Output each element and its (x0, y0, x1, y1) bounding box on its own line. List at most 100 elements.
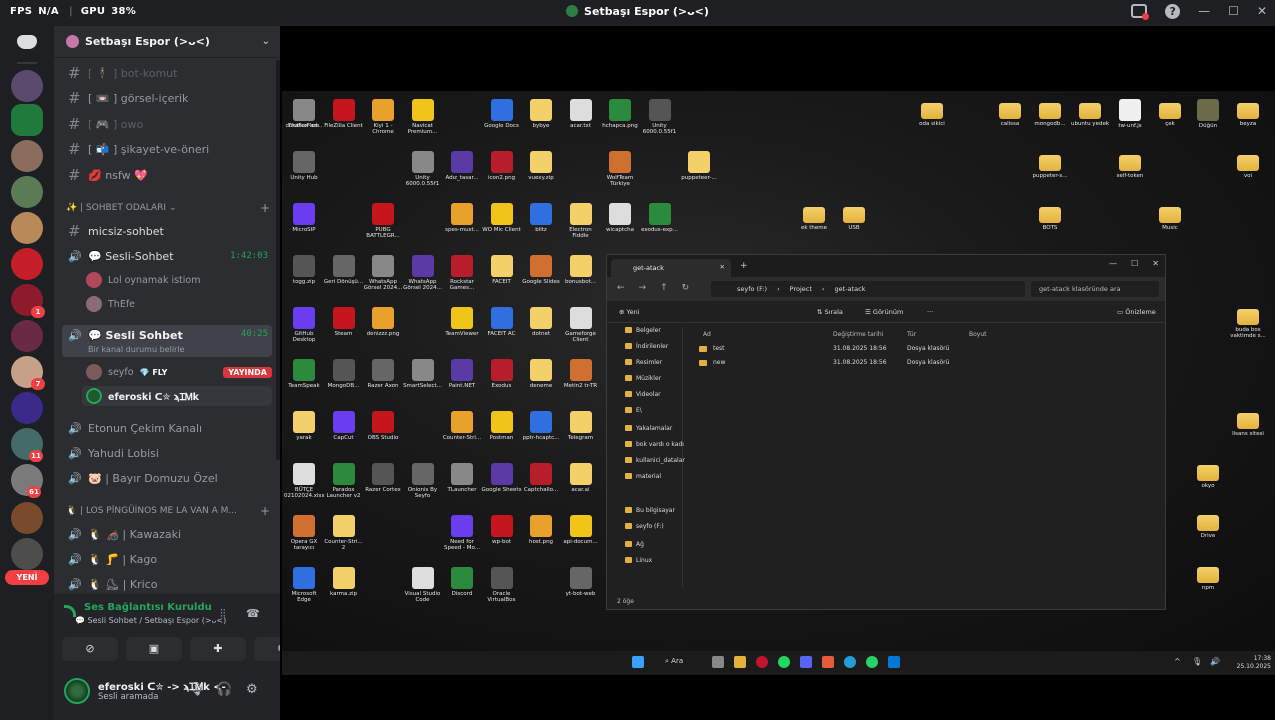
channel-sikayet[interactable]: # [ 📬 ] şikayet-ve-öneri (62, 138, 272, 160)
desktop-icon[interactable]: Adız_tasar... (442, 151, 482, 181)
file-row[interactable]: new 31.08.2025 18:56 Dosya klasörü (699, 357, 1155, 369)
voice-channel-kago[interactable]: 🔊 🐧 🦵 | Kago (62, 548, 272, 570)
path-segment[interactable]: Project (790, 285, 812, 293)
desktop-icon[interactable]: vuexy.zip (521, 151, 561, 181)
voice-connected-subtitle[interactable]: 💬 Sesli Sohbet / Setbaşı Espor (>ᴗ<) (75, 616, 226, 625)
desktop-icon[interactable]: TeamViewer (442, 307, 482, 337)
desktop-icon[interactable]: pptr-hcaptc... (521, 411, 561, 441)
desktop-icon[interactable]: WhatsApp Görsel 2024... (403, 255, 443, 292)
voice-channel-etonun[interactable]: 🔊 Etonun Çekim Kanalı (62, 417, 272, 439)
guild-header[interactable]: Setbaşı Espor (>ᴗ<) ⌄ (54, 26, 280, 58)
desktop-icon[interactable]: yt-bot-web (561, 567, 601, 597)
desktop-folder-icon[interactable]: beyza (1228, 99, 1268, 127)
server-icon[interactable] (11, 502, 43, 534)
desktop-icon[interactable]: Opera GX tarayıcı (284, 515, 324, 552)
desktop-icon[interactable]: FACEIT AC (482, 307, 522, 337)
back-icon[interactable]: ← (617, 283, 625, 293)
desktop-icon[interactable]: yarak (284, 411, 324, 441)
desktop-folder-icon[interactable]: Music (1150, 203, 1190, 231)
desktop-icon[interactable]: Exodus (482, 359, 522, 389)
nav-pane-item[interactable]: Belgeler (625, 327, 661, 334)
server-icon[interactable] (11, 70, 43, 102)
desktop-icon[interactable]: dotnet (521, 307, 561, 337)
microphone-icon[interactable]: 🎙 (188, 682, 205, 697)
refresh-icon[interactable]: ↻ (682, 283, 690, 293)
help-icon[interactable]: ? (1165, 4, 1181, 19)
screen-share-button[interactable]: ▣ (126, 637, 182, 661)
column-type[interactable]: Tür (907, 331, 916, 338)
nav-pane-item[interactable]: Müzikler (625, 375, 661, 382)
desktop-icon[interactable]: MongoDB... (324, 359, 364, 389)
voice-channel-krico[interactable]: 🔊 🐧 ⛸ | Krico (62, 573, 272, 595)
nav-pane-item[interactable]: E\ (625, 407, 642, 414)
vscode-icon[interactable] (888, 656, 900, 668)
nav-pane-item[interactable]: Bu bilgisayar (625, 507, 675, 514)
path-segment[interactable]: seyfo (F:) (737, 285, 767, 293)
desktop-icon[interactable]: bonusbot... (561, 255, 601, 285)
nav-pane-item[interactable]: kullanici_datalar (625, 457, 685, 464)
new-tab-icon[interactable]: + (740, 261, 748, 271)
desktop-icon[interactable]: host.png (521, 515, 561, 545)
desktop-folder-icon[interactable]: self-token (1110, 151, 1150, 179)
nav-pane-item[interactable]: Linux (625, 557, 652, 564)
server-icon[interactable]: 61 (11, 464, 43, 498)
telegram-icon[interactable] (844, 656, 856, 668)
desktop-icon[interactable]: Gameforge Client (561, 307, 601, 344)
desktop-icon[interactable]: wp-bot (482, 515, 522, 545)
settings-gear-icon[interactable]: ⚙ (246, 682, 258, 697)
sort-button[interactable]: ⇅ Sırala (817, 308, 843, 316)
channel-micsiz-sohbet[interactable]: # micsiz-sohbet (62, 220, 272, 242)
desktop-icon[interactable]: Need for Speed - Mo... (442, 515, 482, 552)
desktop-icon[interactable]: Telegram (561, 411, 601, 441)
desktop-folder-icon[interactable]: okyo (1188, 461, 1228, 489)
path-segment[interactable]: get-atack (835, 285, 866, 293)
avatar[interactable] (64, 678, 90, 704)
channel-gorsel-icerik[interactable]: # [ 📼 ] görsel-içerik (62, 87, 272, 109)
close-tab-icon[interactable]: ✕ (720, 263, 725, 271)
desktop-icon[interactable]: Counter-Stri... 2 (324, 515, 364, 552)
desktop-icon[interactable]: Counter-Stri... (442, 411, 482, 441)
desktop-icon[interactable]: icon2.png (482, 151, 522, 181)
up-icon[interactable]: ↑ (660, 283, 668, 293)
desktop-folder-icon[interactable]: ubuntu yedek (1070, 99, 1110, 127)
desktop-icon[interactable]: Unity 6000.0.55f1 (403, 151, 443, 188)
desktop-icon[interactable]: Postman (482, 411, 522, 441)
noise-suppression-icon[interactable]: ⫶⫶ (220, 607, 226, 621)
desktop-icon[interactable]: Steam (324, 307, 364, 337)
camera-off-button[interactable]: ⊘ (62, 637, 118, 661)
desktop-icon[interactable]: duraflux-ad... (284, 99, 324, 129)
tray-mic-icon[interactable]: 🎙 (1192, 657, 1202, 666)
desktop-icon[interactable]: WO Mic Client (482, 203, 522, 233)
desktop-icon[interactable]: Paint.NET (442, 359, 482, 389)
desktop-folder-icon[interactable]: Drive (1188, 511, 1228, 539)
desktop-folder-icon[interactable]: oda sikici (912, 99, 952, 127)
voice-user[interactable]: Lol oynamak istiom (86, 270, 272, 290)
desktop-icon[interactable]: GitHub Desktop (284, 307, 324, 344)
desktop-icon[interactable]: WolfTeam Türkiye (600, 151, 640, 188)
server-icon-active[interactable] (11, 104, 43, 136)
server-icon[interactable] (11, 140, 43, 172)
desktop-icon[interactable]: OBS Studio (363, 411, 403, 441)
headphones-icon[interactable]: 🎧 (216, 682, 232, 697)
channel-owo[interactable]: # [ 🎮 ] owo (62, 113, 272, 135)
server-icon[interactable] (11, 248, 43, 280)
desktop-icon[interactable]: Onionis By Seyfo (403, 463, 443, 500)
desktop-icon[interactable]: Oracle VirtualBox (482, 567, 522, 604)
mic-icon[interactable] (822, 656, 834, 668)
opera-icon[interactable] (756, 656, 768, 668)
activities-button[interactable]: ✚ (190, 637, 246, 661)
server-icon[interactable] (11, 538, 43, 570)
desktop-folder-icon[interactable]: tw-unf.js (1110, 99, 1150, 129)
taskbar-clock[interactable]: 17:38 25.10.2025 (1237, 655, 1271, 671)
category-pinguinos[interactable]: 🐧 | LOS PİNGÜİNOS ME LA VAN A M... + (66, 503, 270, 519)
desktop-icon[interactable]: api-docum... (561, 515, 601, 545)
nav-pane-item[interactable]: Yakalamalar (625, 425, 672, 432)
search-input[interactable]: get-atack klasöründe ara (1031, 281, 1159, 297)
desktop-folder-icon[interactable]: mongodb... (1030, 99, 1070, 127)
voice-channel-bayir[interactable]: 🔊 🐷 | Bayır Domuzu Özel (62, 467, 272, 489)
desktop-icon[interactable]: bybye (521, 99, 561, 129)
desktop-folder-icon[interactable]: calissa (990, 99, 1030, 127)
minimize-icon[interactable]: — (1109, 259, 1117, 268)
server-icon[interactable] (11, 320, 43, 352)
server-icon[interactable]: 7 (11, 356, 45, 390)
